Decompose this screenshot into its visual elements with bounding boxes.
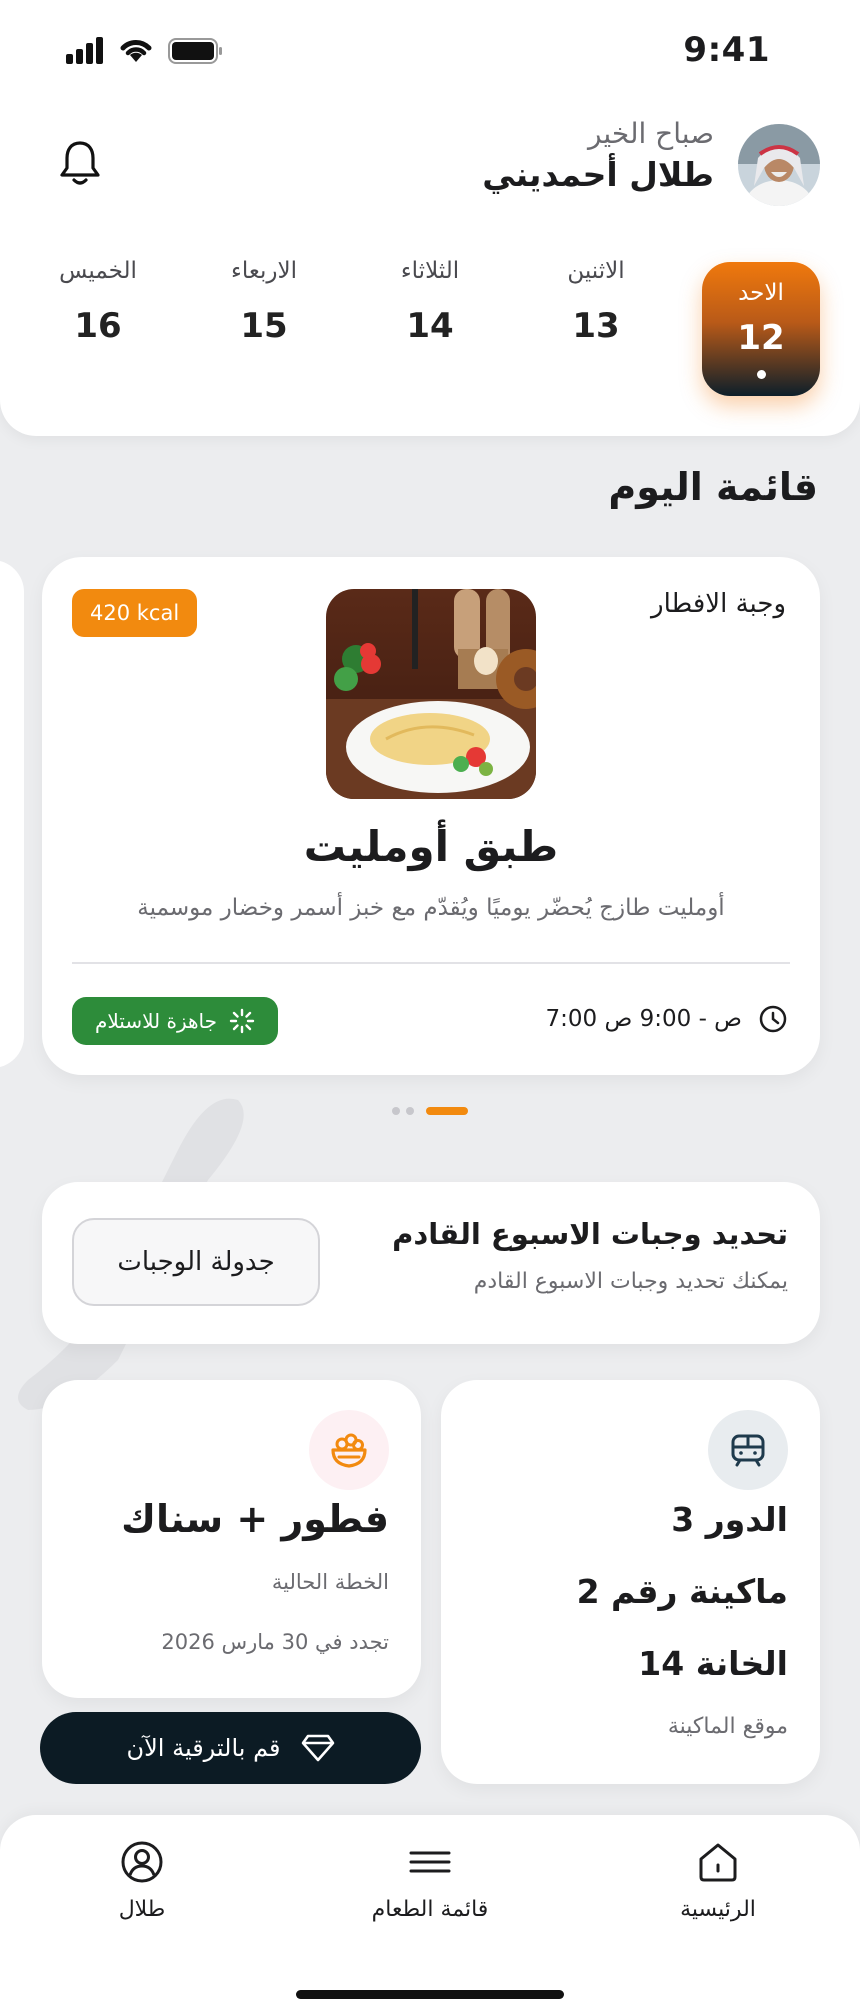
day-tuesday[interactable]: الثلاثاء 14: [370, 258, 490, 346]
home-indicator[interactable]: [296, 1990, 564, 1999]
day-name: الاثنين: [567, 258, 625, 284]
home-icon: [699, 1843, 737, 1882]
pager-dot-active[interactable]: [426, 1107, 468, 1115]
clock-icon: [759, 1005, 787, 1033]
day-thursday[interactable]: الخميس 16: [38, 258, 158, 346]
machine-floor: الدور 3: [671, 1500, 788, 1539]
upgrade-button-label: قم بالترقية الآن: [126, 1734, 281, 1762]
day-date: 12: [737, 318, 785, 358]
meal-type: وجبة الافطار: [651, 589, 786, 619]
avatar[interactable]: [738, 124, 820, 206]
previous-meal-card[interactable]: [0, 560, 24, 1068]
meal-time: 7:00 ص - 9:00 ص: [546, 999, 788, 1039]
day-name: الثلاثاء: [400, 258, 460, 284]
carousel-pager: [392, 1107, 472, 1117]
greeting-text: صباح الخير: [587, 117, 714, 150]
diamond-icon: [301, 1734, 334, 1762]
nav-item-menu[interactable]: قائمة الطعام: [330, 1839, 530, 1922]
plan-next-week-subtitle: يمكنك تحديد وجبات الاسبوع القادم: [473, 1269, 788, 1294]
day-name: الاربعاء: [231, 258, 297, 284]
cellular-signal-icon: [66, 36, 106, 64]
day-sunday[interactable]: الاحد 12: [702, 262, 820, 396]
day-name: الخميس: [59, 258, 137, 284]
menu-icon: [409, 1851, 451, 1873]
nav-label-home: الرئيسية: [680, 1897, 756, 1922]
plan-next-week-card: تحديد وجبات الاسبوع القادم يمكنك تحديد و…: [42, 1182, 820, 1344]
meal-name: طبق أومليت: [303, 822, 559, 871]
section-title-today-menu: قائمة اليوم: [608, 465, 818, 509]
battery-icon: [168, 38, 222, 64]
day-date: 15: [240, 306, 288, 346]
day-name: الاحد: [738, 280, 784, 306]
user-name: طلال أحمديني: [482, 155, 714, 194]
day-date: 16: [74, 306, 122, 346]
status-text: جاهزة للاستلام: [94, 1009, 217, 1033]
nav-label-profile: طلال: [118, 1897, 166, 1922]
kcal-badge: 420 kcal: [72, 589, 198, 637]
machine-location-card[interactable]: الدور 3 ماكينة رقم 2 الخانة 14 موقع الما…: [441, 1380, 820, 1784]
header: 9:41 صباح الخير طلال أحمديني الاحد 12 ال…: [0, 0, 860, 436]
food-bowl-icon: [309, 1410, 389, 1490]
plan-name: فطور + سناك: [121, 1497, 389, 1541]
schedule-meals-button[interactable]: جدولة الوجبات: [72, 1218, 320, 1306]
plan-renewal-date: تجدد في 30 مارس 2026: [161, 1630, 389, 1654]
divider: [72, 962, 790, 964]
plan-next-week-title: تحديد وجبات الاسبوع القادم: [392, 1217, 788, 1251]
machine-number: ماكينة رقم 2: [576, 1572, 788, 1611]
day-date: 14: [406, 306, 454, 346]
machine-location-label: موقع الماكينة: [667, 1714, 788, 1739]
machine-slot: الخانة 14: [638, 1644, 788, 1683]
nav-item-home[interactable]: الرئيسية: [618, 1839, 818, 1922]
plan-current-label: الخطة الحالية: [271, 1570, 389, 1594]
meal-image: [326, 589, 536, 799]
current-plan-card[interactable]: فطور + سناك الخطة الحالية تجدد في 30 مار…: [42, 1380, 421, 1698]
nav-item-profile[interactable]: طلال: [42, 1839, 242, 1922]
bell-icon[interactable]: [58, 138, 102, 188]
wifi-icon: [120, 40, 152, 62]
nav-label-menu: قائمة الطعام: [371, 1897, 489, 1922]
pager-dot[interactable]: [392, 1107, 400, 1115]
time-range: 7:00 ص - 9:00 ص: [545, 1006, 742, 1032]
meal-description: أومليت طازج يُحضّر يوميًا ويُقدّم مع خبز…: [137, 895, 725, 921]
day-wednesday[interactable]: الاربعاء 15: [204, 258, 324, 346]
status-bar: 9:41: [0, 0, 860, 104]
status-badge: جاهزة للاستلام: [72, 997, 278, 1045]
spinner-icon: [229, 1008, 255, 1034]
day-monday[interactable]: الاثنين 13: [536, 258, 656, 346]
day-date: 13: [572, 306, 620, 346]
machine-icon: [708, 1410, 788, 1490]
user-icon: [121, 1841, 163, 1883]
upgrade-button[interactable]: قم بالترقية الآن: [40, 1712, 421, 1784]
selected-dot: [756, 370, 766, 379]
meal-card[interactable]: وجبة الافطار 420 kcal طبق أومليت أومليت …: [42, 557, 820, 1075]
status-time: 9:41: [683, 30, 770, 70]
bottom-nav: الرئيسية قائمة الطعام طلال: [0, 1815, 860, 2016]
pager-dot[interactable]: [406, 1107, 414, 1115]
